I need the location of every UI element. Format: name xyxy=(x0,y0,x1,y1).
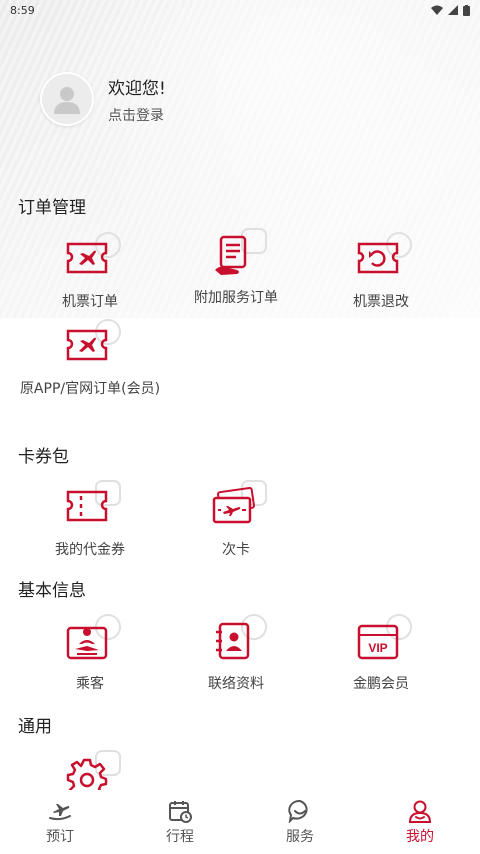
section-title-general: 通用 xyxy=(18,717,52,737)
wifi-icon xyxy=(431,5,443,15)
tab-itinerary[interactable]: 行程 xyxy=(120,799,240,846)
login-link[interactable]: 点击登录 xyxy=(108,105,166,125)
pass-card-icon xyxy=(212,486,255,524)
plane-ticket-icon xyxy=(66,329,108,361)
profile-icon xyxy=(408,800,432,823)
tab-booking-label: 预订 xyxy=(46,828,74,845)
contact-info-button[interactable]: 联络资料 xyxy=(161,614,311,694)
contact-book-icon xyxy=(216,622,250,660)
passenger-icon xyxy=(66,626,108,660)
avatar[interactable] xyxy=(40,72,94,126)
tab-itinerary-label: 行程 xyxy=(166,828,194,845)
legacy-app-orders-button[interactable]: 原APP/官网订单(会员) xyxy=(15,319,165,399)
tab-booking[interactable]: 预订 xyxy=(0,799,120,846)
battery-icon xyxy=(463,4,470,16)
service-list-icon xyxy=(215,235,247,275)
bottom-tab-bar: 预订 行程 服务 我的 xyxy=(0,790,480,854)
status-icons xyxy=(431,4,470,16)
itinerary-calendar-icon xyxy=(169,800,192,823)
my-vouchers-button[interactable]: 我的代金券 xyxy=(15,480,165,560)
ticket-refund-change-label: 机票退改 xyxy=(353,294,409,310)
svg-text:VIP: VIP xyxy=(368,641,387,655)
extra-service-orders-label: 附加服务订单 xyxy=(194,290,278,306)
refund-ticket-icon xyxy=(357,242,399,274)
section-title-wallet: 卡券包 xyxy=(18,447,69,467)
plane-ticket-icon xyxy=(66,242,108,274)
flight-orders-button[interactable]: 机票订单 xyxy=(15,232,165,312)
legacy-app-orders-label: 原APP/官网订单(会员) xyxy=(19,381,161,397)
ticket-refund-change-button[interactable]: 机票退改 xyxy=(306,232,456,312)
section-title-basic: 基本信息 xyxy=(18,581,86,601)
phoenix-miles-member-button[interactable]: VIP 金鹏会员 xyxy=(306,614,456,694)
booking-icon xyxy=(49,803,71,820)
phoenix-miles-member-label: 金鹏会员 xyxy=(353,676,409,692)
my-vouchers-label: 我的代金券 xyxy=(55,542,125,558)
tab-profile-label: 我的 xyxy=(406,828,434,845)
profile-header[interactable]: 欢迎您! 点击登录 xyxy=(40,72,166,126)
pass-card-label: 次卡 xyxy=(222,542,250,558)
vip-icon: VIP xyxy=(357,624,399,660)
tab-service-label: 服务 xyxy=(286,828,314,845)
passengers-label: 乘客 xyxy=(76,676,104,692)
signal-icon xyxy=(448,5,458,15)
welcome-text: 欢迎您! xyxy=(108,78,166,99)
tab-service[interactable]: 服务 xyxy=(240,799,360,846)
flight-orders-label: 机票订单 xyxy=(62,294,118,310)
voucher-icon xyxy=(66,490,108,522)
status-time: 8:59 xyxy=(10,3,35,17)
contact-info-label: 联络资料 xyxy=(208,676,264,692)
tab-profile[interactable]: 我的 xyxy=(360,799,480,846)
pass-card-button[interactable]: 次卡 xyxy=(161,480,311,560)
status-bar: 8:59 xyxy=(0,0,480,20)
section-title-orders: 订单管理 xyxy=(18,198,86,218)
extra-service-orders-button[interactable]: 附加服务订单 xyxy=(161,228,311,308)
default-avatar-icon xyxy=(54,87,80,114)
passengers-button[interactable]: 乘客 xyxy=(15,614,165,694)
service-chat-icon xyxy=(288,799,308,823)
